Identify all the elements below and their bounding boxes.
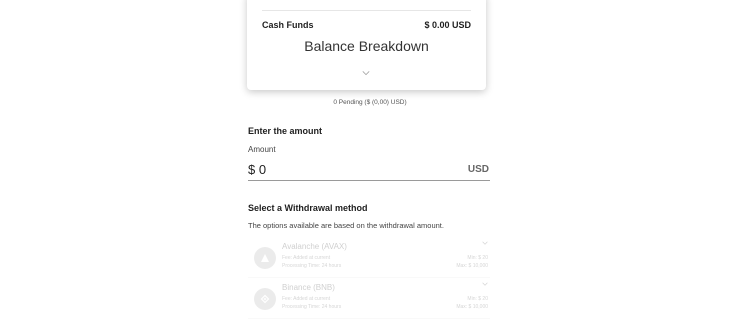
avalanche-icon (254, 247, 276, 269)
method-processing: Processing Time: 24 hours (282, 263, 342, 269)
pending-text: 0 Pending ($ (0,00) USD) (333, 99, 407, 106)
amount-label: Amount (248, 145, 276, 154)
amount-input[interactable]: $ 0 USD (248, 160, 490, 181)
amount-number[interactable]: 0 (259, 162, 266, 177)
currency-code: USD (467, 164, 489, 175)
card-divider (262, 10, 471, 11)
method-fee: Fee: Added at current (282, 255, 331, 261)
chevron-down-icon[interactable] (362, 69, 370, 77)
method-max: Max: $ 10,000 (456, 304, 488, 310)
binance-icon (254, 288, 276, 310)
method-name: Binance (BNB) (282, 283, 335, 292)
method-name: Avalanche (AVAX) (282, 242, 347, 251)
enter-amount-title: Enter the amount (248, 126, 323, 136)
withdrawal-method-title: Select a Withdrawal method (248, 203, 368, 213)
currency-symbol: $ (248, 162, 256, 177)
cash-funds-value: $ 0.00 USD (424, 20, 471, 30)
withdrawal-note: The options available are based on the w… (248, 221, 444, 230)
cash-funds-label: Cash Funds (262, 20, 314, 30)
method-processing: Processing Time: 24 hours (282, 304, 342, 310)
method-min: Min: $ 20 (467, 296, 488, 302)
chevron-down-icon[interactable] (482, 281, 488, 287)
method-max: Max: $ 10,000 (456, 263, 488, 269)
balance-breakdown-toggle[interactable]: Balance Breakdown (247, 38, 486, 54)
method-avalanche[interactable]: Avalanche (AVAX) Fee: Added at current P… (248, 240, 490, 278)
method-fee: Fee: Added at current (282, 296, 331, 302)
method-min: Min: $ 20 (467, 255, 488, 261)
chevron-down-icon[interactable] (482, 240, 488, 246)
cash-funds-row: Cash Funds $ 0.00 USD (262, 20, 471, 30)
method-binance[interactable]: Binance (BNB) Fee: Added at current Proc… (248, 281, 490, 319)
amount-value[interactable]: $ 0 (248, 162, 266, 177)
